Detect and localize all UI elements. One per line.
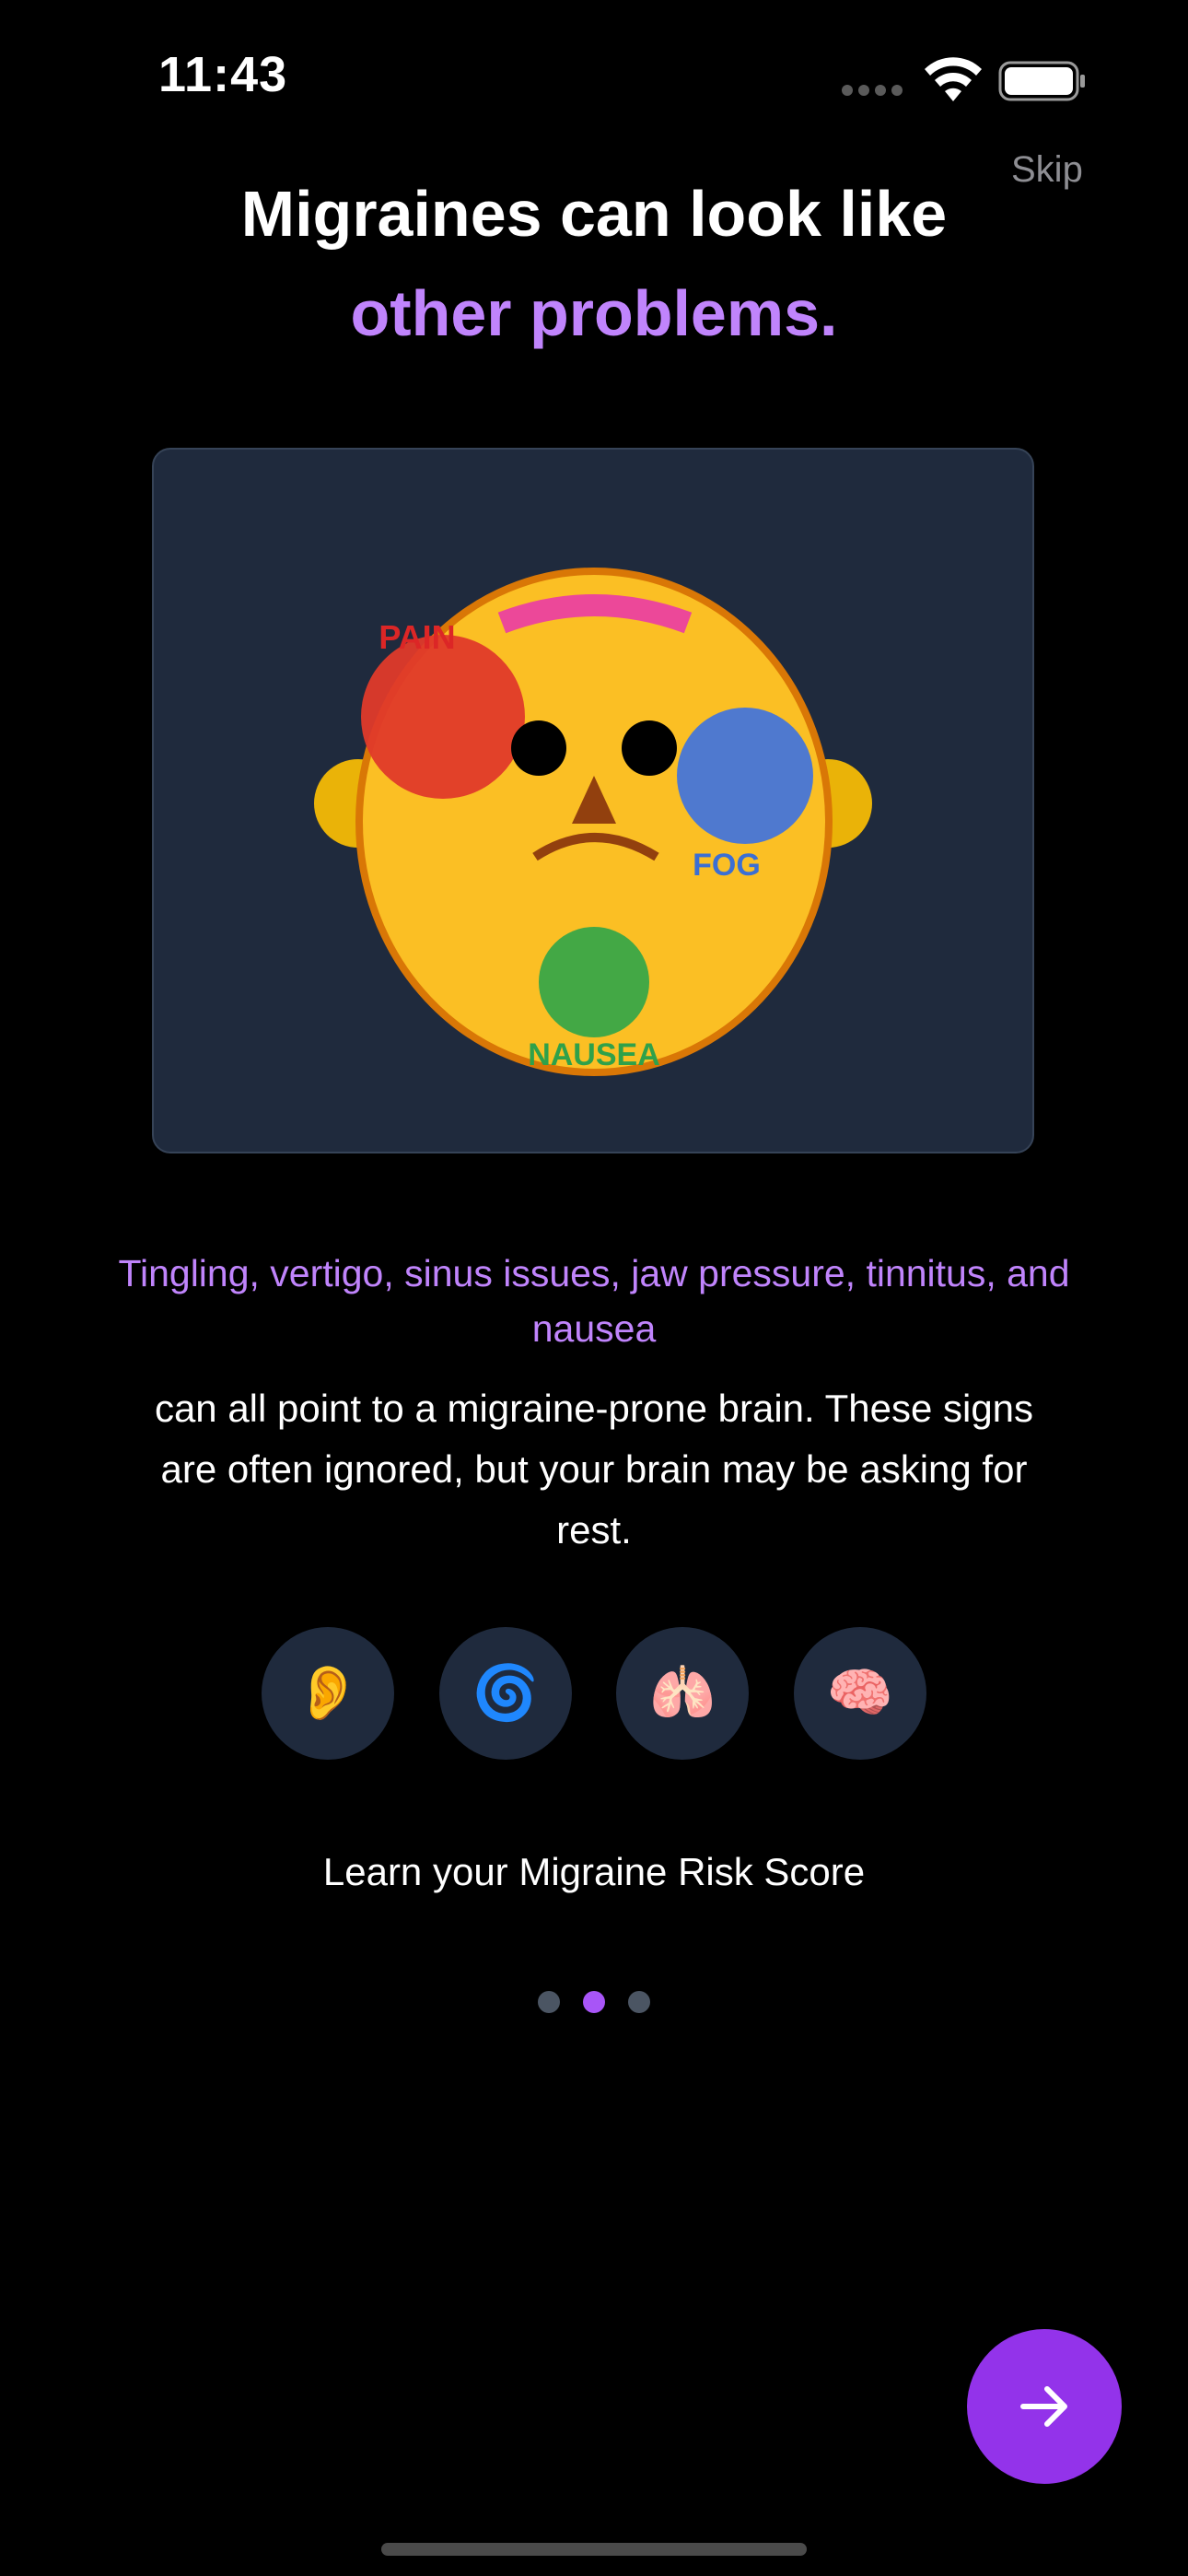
page-dot-active[interactable]	[583, 1991, 605, 2013]
symptoms-highlight: Tingling, vertigo, sinus issues, jaw pre…	[118, 1252, 1070, 1350]
next-button[interactable]	[967, 2329, 1122, 2484]
brain-icon: 🧠	[793, 1627, 926, 1760]
right-eye	[622, 720, 677, 776]
status-time: 11:43	[158, 47, 288, 102]
page-title: Migraines can look like	[240, 178, 948, 250]
battery-icon	[998, 61, 1085, 101]
nausea-spot	[539, 927, 649, 1037]
page-indicator[interactable]	[538, 1991, 650, 2013]
fog-label: FOG	[693, 848, 761, 883]
symptom-icon-row: 👂 🌀 🫁 🧠	[262, 1627, 926, 1760]
migraine-face-illustration: PAIN FOG NAUSEA	[152, 448, 1034, 1153]
page-dot[interactable]	[628, 1991, 650, 2013]
lungs-icon: 🫁	[616, 1627, 750, 1760]
arrow-right-icon	[1020, 2386, 1067, 2427]
page-title-highlight: other problems.	[350, 277, 838, 349]
spiral-icon: 🌀	[438, 1627, 572, 1760]
pain-label: PAIN	[379, 618, 455, 656]
nausea-label: NAUSEA	[528, 1037, 660, 1072]
ear-icon: 👂	[262, 1627, 394, 1760]
pain-spot	[361, 635, 525, 799]
wifi-icon	[925, 57, 982, 101]
cta-text: Learn your Migraine Risk Score	[322, 1850, 866, 1893]
signal-icon	[842, 85, 904, 98]
home-indicator	[381, 2543, 807, 2556]
fog-spot	[677, 708, 813, 844]
left-eye	[511, 720, 566, 776]
description-text: can all point to a migraine-prone brain.…	[154, 1387, 1034, 1551]
page-dot[interactable]	[538, 1991, 560, 2013]
